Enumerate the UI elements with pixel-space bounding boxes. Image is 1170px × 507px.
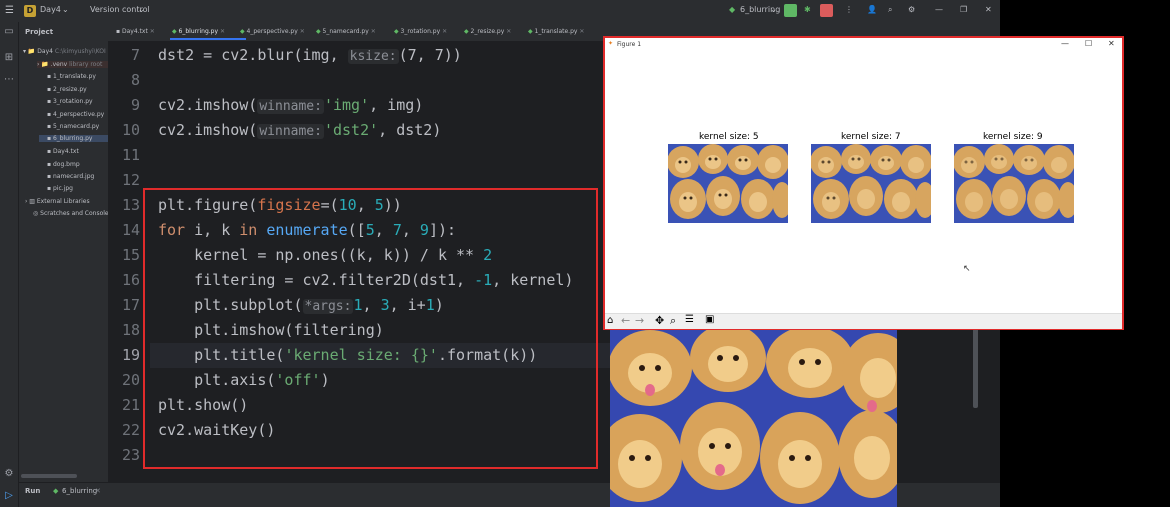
project-pane-header[interactable]: Project xyxy=(25,28,53,36)
search-icon[interactable]: ⌕ xyxy=(888,5,892,15)
tree-item-file[interactable]: ▪ 5_namecard.py xyxy=(47,123,99,130)
code-line: cv2.imshow(winname:'dst2', dst2) xyxy=(158,121,442,139)
subplot-title: kernel size: 5 xyxy=(699,132,759,142)
tree-item-day4[interactable]: ▾ 📁 Day4 C:\kimyushyi\KOI xyxy=(23,48,106,55)
folder-icon[interactable]: ▭ xyxy=(3,26,15,37)
tool-window-bar: ▭ ⊞ ⋯ ⚙ ▷ xyxy=(0,22,19,507)
figure-title-bar: ✦ Figure 1 — ☐ ✕ xyxy=(605,38,1122,52)
more-actions-icon[interactable]: ⋮ xyxy=(845,5,853,14)
close-icon[interactable]: ✕ xyxy=(95,487,101,495)
blurred-image-kernel-7 xyxy=(811,144,931,223)
minimize-icon[interactable]: — xyxy=(935,5,943,14)
line-number: 10 xyxy=(121,121,140,139)
python-icon: ◆ xyxy=(53,487,59,495)
home-icon[interactable]: ⌂ xyxy=(607,315,613,326)
minimize-icon[interactable]: — xyxy=(1061,39,1069,48)
puppies-image xyxy=(610,328,897,507)
close-icon[interactable]: ✕ xyxy=(985,5,992,14)
tab-5-namecard[interactable]: ◆ 5_namecard.py ✕ xyxy=(316,28,376,35)
line-number: 15 xyxy=(121,246,140,264)
figure-toolbar: ⌂ ← → ✥ ⌕ ☰ ▣ xyxy=(605,313,1122,329)
close-icon[interactable]: ✕ xyxy=(1108,39,1115,48)
structure-icon[interactable]: ⊞ xyxy=(3,52,15,63)
line-number: 21 xyxy=(121,396,140,414)
line-number: 22 xyxy=(121,421,140,439)
code-line: cv2.imshow(winname:'img', img) xyxy=(158,96,424,114)
tree-item-file[interactable]: ▪ 2_resize.py xyxy=(47,86,87,93)
line-number: 9 xyxy=(130,96,140,114)
save-icon[interactable]: ▣ xyxy=(705,314,714,325)
cv2-image-window xyxy=(610,328,897,507)
tree-item-file[interactable]: ▪ pic.jpg xyxy=(47,185,73,192)
zoom-icon[interactable]: ⌕ xyxy=(670,314,676,328)
line-number: 16 xyxy=(121,271,140,289)
line-number: 11 xyxy=(121,146,140,164)
rerun-button[interactable] xyxy=(784,4,797,17)
forward-icon[interactable]: → xyxy=(635,314,644,327)
tree-item-external-libraries[interactable]: › ▥ External Libraries xyxy=(25,198,90,205)
code-line: dst2 = cv2.blur(img, ksize: (7, 7)) xyxy=(158,46,462,64)
tree-item-file[interactable]: ▪ 4_perspective.py xyxy=(47,111,104,118)
line-number-current: 19 xyxy=(121,346,140,364)
project-switcher[interactable]: Day4 xyxy=(40,5,61,14)
python-console-icon[interactable]: ⚙ xyxy=(3,468,15,479)
menu-icon[interactable]: ☰ xyxy=(5,5,14,16)
configure-subplots-icon[interactable]: ☰ xyxy=(685,314,694,325)
tab-day4-txt[interactable]: ▪ Day4.txt ✕ xyxy=(116,28,155,35)
tab-2-resize[interactable]: ◆ 2_resize.py ✕ xyxy=(464,28,511,35)
tree-item-scratches[interactable]: ◎ Scratches and Consoles xyxy=(33,210,112,217)
run-tab-label[interactable]: Run xyxy=(25,487,40,495)
tree-item-file[interactable]: ▪ 3_rotation.py xyxy=(47,98,93,105)
run-config-tab[interactable]: 6_blurring xyxy=(62,487,97,495)
figure-window-title: Figure 1 xyxy=(617,41,642,48)
tree-item-venv[interactable]: › 📁 .venv library root xyxy=(37,61,108,68)
python-icon: ◆ xyxy=(729,5,736,14)
project-pane: Project ▾ 📁 Day4 C:\kimyushyi\KOI › 📁 .v… xyxy=(19,22,112,482)
project-badge: D xyxy=(24,5,36,17)
chevron-down-icon[interactable]: ⌄ xyxy=(770,5,777,14)
active-tab-indicator xyxy=(170,38,246,40)
pan-icon[interactable]: ✥ xyxy=(655,314,664,327)
run-icon[interactable]: ▷ xyxy=(3,490,15,501)
subplot-title: kernel size: 7 xyxy=(841,132,901,142)
tree-item-file[interactable]: ▪ 1_translate.py xyxy=(47,73,96,80)
debug-icon[interactable]: ✱ xyxy=(804,5,811,14)
line-number: 20 xyxy=(121,371,140,389)
blurred-image-kernel-5 xyxy=(668,144,788,223)
figure-window: ✦ Figure 1 — ☐ ✕ kernel size: 5 kernel s… xyxy=(603,36,1124,330)
line-number: 13 xyxy=(121,196,140,214)
more-tools-icon[interactable]: ⋯ xyxy=(3,74,15,85)
tab-3-rotation[interactable]: ◆ 3_rotation.py ✕ xyxy=(394,28,447,35)
line-number: 17 xyxy=(121,296,140,314)
subplot-title: kernel size: 9 xyxy=(983,132,1043,142)
tree-item-file-selected[interactable]: ▪ 6_blurring.py xyxy=(39,135,108,142)
line-number: 14 xyxy=(121,221,140,239)
add-user-icon[interactable]: 👤 xyxy=(867,5,877,14)
tree-item-file[interactable]: ▪ namecard.jpg xyxy=(47,173,94,180)
line-number: 8 xyxy=(130,71,140,89)
chevron-down-icon[interactable]: ⌄ xyxy=(138,5,145,14)
stop-button[interactable] xyxy=(820,4,833,17)
restore-icon[interactable]: ❐ xyxy=(960,5,967,14)
line-number: 12 xyxy=(121,171,140,189)
line-number: 7 xyxy=(130,46,140,64)
tab-4-perspective[interactable]: ◆ 4_perspective.py ✕ xyxy=(240,28,305,35)
line-number: 18 xyxy=(121,321,140,339)
maximize-icon[interactable]: ☐ xyxy=(1085,39,1092,48)
back-icon[interactable]: ← xyxy=(621,314,630,327)
matplotlib-icon: ✦ xyxy=(608,40,614,47)
code-highlight-box xyxy=(143,188,598,469)
blurred-image-kernel-9 xyxy=(954,144,1074,223)
mouse-cursor-icon: ↖ xyxy=(963,264,971,274)
title-bar: ☰ D Day4 ⌄ Version control ⌄ ◆ 6_blurrin… xyxy=(0,0,1000,23)
tree-item-file[interactable]: ▪ dog.bmp xyxy=(47,161,80,168)
tab-1-translate[interactable]: ◆ 1_translate.py ✕ xyxy=(528,28,584,35)
tree-item-file[interactable]: ▪ Day4.txt xyxy=(47,148,79,155)
chevron-down-icon[interactable]: ⌄ xyxy=(62,5,69,14)
line-number: 23 xyxy=(121,446,140,464)
gear-icon[interactable]: ⚙ xyxy=(908,5,915,14)
horizontal-scrollbar[interactable] xyxy=(21,474,77,478)
tab-6-blurring[interactable]: ◆ 6_blurring.py ✕ xyxy=(172,28,225,35)
